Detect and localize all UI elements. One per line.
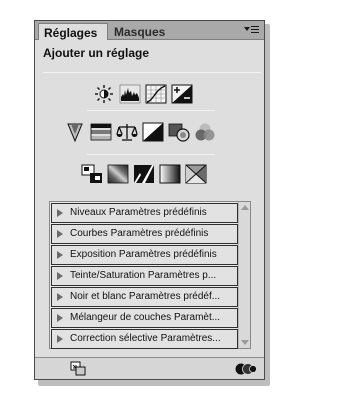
adjustment-options-icon[interactable]: [235, 361, 257, 376]
expand-arrow-icon: [57, 230, 63, 238]
black-white-icon[interactable]: [142, 122, 164, 142]
expand-arrow-icon: [57, 272, 63, 280]
preset-item[interactable]: Correction sélective Paramètres...: [51, 329, 238, 349]
panel-menu-icon[interactable]: [244, 24, 260, 36]
divider: [87, 154, 215, 155]
vibrance-icon[interactable]: [64, 122, 86, 142]
channel-mixer-icon[interactable]: [194, 122, 216, 142]
photo-filter-icon[interactable]: [168, 122, 190, 142]
expand-arrow-icon: [57, 251, 63, 259]
tab-reglages[interactable]: Réglages: [38, 23, 108, 40]
icon-row-1: [93, 84, 197, 104]
hue-saturation-icon[interactable]: [90, 122, 112, 142]
levels-icon[interactable]: [119, 84, 141, 104]
expand-arrow-icon: [57, 293, 63, 301]
icon-row-2: [64, 122, 220, 142]
scroll-up-icon[interactable]: [241, 205, 249, 210]
preset-item[interactable]: Niveaux Paramètres prédéfinis: [51, 203, 238, 223]
preset-item[interactable]: Exposition Paramètres prédéfinis: [51, 245, 238, 265]
preset-item[interactable]: Noir et blanc Paramètres prédéf...: [51, 287, 238, 307]
selective-color-icon[interactable]: [185, 164, 207, 184]
preset-item[interactable]: Mélangeur de couches Paramèt...: [51, 308, 238, 328]
expand-arrow-icon: [57, 209, 63, 217]
scroll-down-icon[interactable]: [241, 340, 249, 345]
threshold-icon[interactable]: [133, 164, 155, 184]
icon-row-3: [81, 164, 211, 184]
adjustments-panel: Réglages Masques Ajouter un réglage Nive…: [34, 20, 265, 380]
clip-layer-icon[interactable]: [70, 361, 86, 376]
preset-item[interactable]: Teinte/Saturation Paramètres p...: [51, 266, 238, 286]
posterize-icon[interactable]: [107, 164, 129, 184]
brightness-contrast-icon[interactable]: [93, 84, 115, 104]
preset-item[interactable]: Courbes Paramètres prédéfinis: [51, 224, 238, 244]
divider: [87, 110, 215, 111]
color-balance-icon[interactable]: [116, 122, 138, 142]
divider: [43, 72, 261, 73]
panel-footer: [35, 357, 264, 379]
invert-icon[interactable]: [81, 164, 103, 184]
tab-masques[interactable]: Masques: [109, 23, 167, 40]
expand-arrow-icon: [57, 314, 63, 322]
curves-icon[interactable]: [145, 84, 167, 104]
gradient-map-icon[interactable]: [159, 164, 181, 184]
scrollbar[interactable]: [238, 202, 250, 348]
exposure-icon[interactable]: [171, 84, 193, 104]
tab-bar: Réglages Masques: [35, 21, 264, 40]
expand-arrow-icon: [57, 335, 63, 343]
panel-heading: Ajouter un réglage: [43, 46, 150, 60]
presets-list: Niveaux Paramètres prédéfinis Courbes Pa…: [49, 201, 251, 349]
